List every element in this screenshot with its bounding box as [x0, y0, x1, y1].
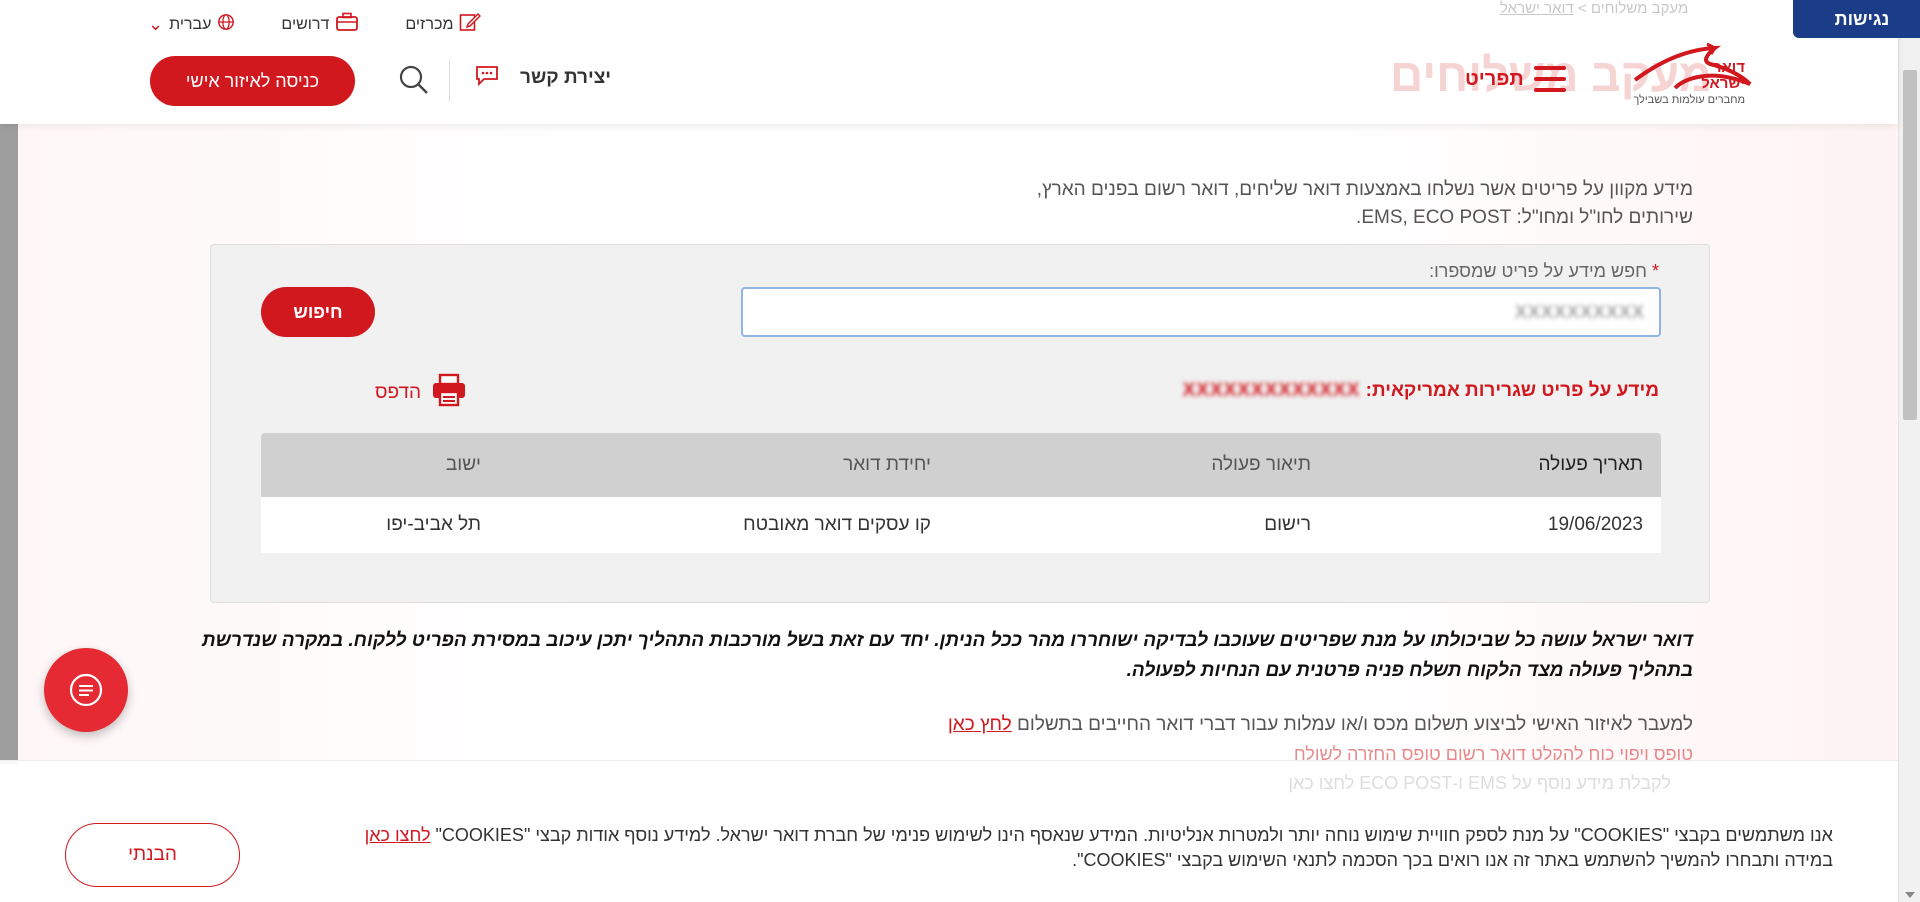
search-button[interactable]: חיפוש: [261, 287, 375, 337]
logo-text-line1: דואר: [1712, 59, 1745, 76]
breadcrumb-separator: >: [1577, 0, 1587, 17]
cell-description: רישום: [1264, 514, 1311, 535]
column-header-date: תאריך פעולה: [1538, 454, 1644, 475]
cookie-accept-button[interactable]: הבנתי: [65, 823, 240, 887]
menu-button[interactable]: תפריט: [1465, 66, 1566, 92]
site-header: מעקב משלוחים > דואר ישראל מעקב משלוחים ד…: [0, 0, 1898, 124]
logo-tagline: מחברים עולמות בשבילך: [1633, 94, 1745, 106]
print-link[interactable]: הדפס: [375, 373, 467, 413]
header-divider: [449, 60, 450, 102]
result-title: מידע על פריט שגרירות אמריקאית: XXXXXXXXX…: [1183, 380, 1659, 402]
tenders-link[interactable]: מכרזים: [405, 12, 482, 37]
cookie-bar: לקבלת מידע נוסף על EMS ו-ECO POST לחצו כ…: [0, 760, 1898, 902]
scroll-down-arrow-icon[interactable]: [1905, 892, 1915, 898]
cookie-message: אנו משתמשים בקבצי "COOKIES" על מנת לספק …: [313, 823, 1833, 873]
cookie-text-line2: במידה ותבחרו להמשיך להשתמש באתר זה אנו ר…: [1072, 850, 1833, 870]
left-strip: [0, 124, 18, 764]
contact-link[interactable]: יצירת קשר: [474, 64, 611, 92]
result-title-text: מידע על פריט שגרירות אמריקאית:: [1365, 380, 1659, 401]
print-label: הדפס: [375, 382, 422, 403]
contact-label: יצירת קשר: [520, 67, 612, 88]
column-header-post-unit: יחידת דואר: [843, 454, 931, 475]
top-links: ⌄ עברית דרושים מכרזים: [148, 12, 482, 37]
breadcrumb-current: מעקב משלוחים: [1590, 0, 1689, 17]
chevron-down-icon: ⌄: [148, 14, 164, 34]
breadcrumb: מעקב משלוחים > דואר ישראל: [1500, 0, 1688, 17]
hamburger-icon: [1533, 66, 1566, 92]
result-item-number: XXXXXXXXXXXXX: [1182, 380, 1361, 401]
column-header-description: תיאור פעולה: [1211, 454, 1311, 475]
search-icon[interactable]: [398, 64, 430, 96]
required-mark: *: [1651, 261, 1659, 281]
cell-post-unit: קו עסקים דואר מאובטח: [743, 514, 931, 535]
printer-icon: [431, 373, 467, 413]
chat-icon: [69, 673, 103, 707]
customs-notice: דואר ישראל עושה כל שביכולתו על מנת שפריט…: [201, 630, 1693, 681]
cookie-info-link[interactable]: לחצו כאן: [365, 825, 431, 845]
chat-bubble-icon: [474, 64, 500, 92]
intro-line2: שירותים לחו"ל ומחו"ל: EMS, ECO POST.: [1356, 207, 1693, 228]
scrollbar-thumb[interactable]: [1903, 70, 1917, 420]
personal-area-text: למעבר לאיזור האישי לביצוע תשלום מכס ו/או…: [1017, 714, 1693, 735]
edit-icon: [459, 12, 482, 37]
accessibility-button[interactable]: נגישות: [1793, 0, 1920, 38]
cell-date: 19/06/2023: [1547, 514, 1643, 535]
language-label: עברית: [169, 15, 212, 33]
column-header-city: ישוב: [445, 454, 481, 475]
language-selector[interactable]: ⌄ עברית: [148, 12, 235, 37]
item-number-value: XXXXXXXXXX: [1514, 301, 1645, 322]
tenders-label: מכרזים: [405, 15, 454, 33]
table-header: תאריך פעולה תיאור פעולה יחידת דואר ישוב: [261, 433, 1661, 497]
cookie-text-line1: אנו משתמשים בקבצי "COOKIES" על מנת לספק …: [435, 825, 1833, 845]
breadcrumb-home-link[interactable]: דואר ישראל: [1500, 0, 1574, 17]
tracking-table: תאריך פעולה תיאור פעולה יחידת דואר ישוב …: [261, 433, 1661, 553]
logo-text: דואר ישראל: [1701, 60, 1745, 92]
jobs-link[interactable]: דרושים: [281, 12, 359, 37]
personal-area-login-button[interactable]: כניסה לאיזור אישי: [150, 56, 355, 106]
intro-text: מידע מקוון על פריטים אשר נשלחו באמצעות ד…: [793, 176, 1693, 232]
menu-label: תפריט: [1465, 67, 1524, 90]
scrollbar[interactable]: [1898, 0, 1920, 902]
search-label: * חפש מידע על פריט שמספרו:: [1429, 261, 1659, 282]
logo-text-line2: ישראל: [1701, 75, 1745, 92]
globe-icon: [217, 13, 235, 36]
chat-widget-button[interactable]: [44, 648, 128, 732]
table-row: 19/06/2023 רישום קו עסקים דואר מאובטח תל…: [261, 497, 1661, 553]
cell-city: תל אביב-יפו: [386, 514, 481, 535]
search-panel: * חפש מידע על פריט שמספרו: XXXXXXXXXX חי…: [210, 244, 1710, 603]
briefcase-icon: [335, 12, 359, 37]
israel-post-logo[interactable]: דואר ישראל מחברים עולמות בשבילך: [1615, 40, 1755, 110]
intro-line1: מידע מקוון על פריטים אשר נשלחו באמצעות ד…: [1036, 179, 1693, 200]
cookie-background-text: לקבלת מידע נוסף על EMS ו-ECO POST לחצו כ…: [1288, 773, 1671, 793]
item-number-input[interactable]: XXXXXXXXXX: [741, 287, 1661, 337]
personal-area-payment-line: למעבר לאיזור האישי לביצוע תשלום מכס ו/או…: [948, 714, 1693, 736]
jobs-label: דרושים: [281, 15, 330, 33]
search-label-text: חפש מידע על פריט שמספרו:: [1429, 261, 1647, 281]
personal-area-click-here-link[interactable]: לחץ כאן: [948, 714, 1012, 735]
